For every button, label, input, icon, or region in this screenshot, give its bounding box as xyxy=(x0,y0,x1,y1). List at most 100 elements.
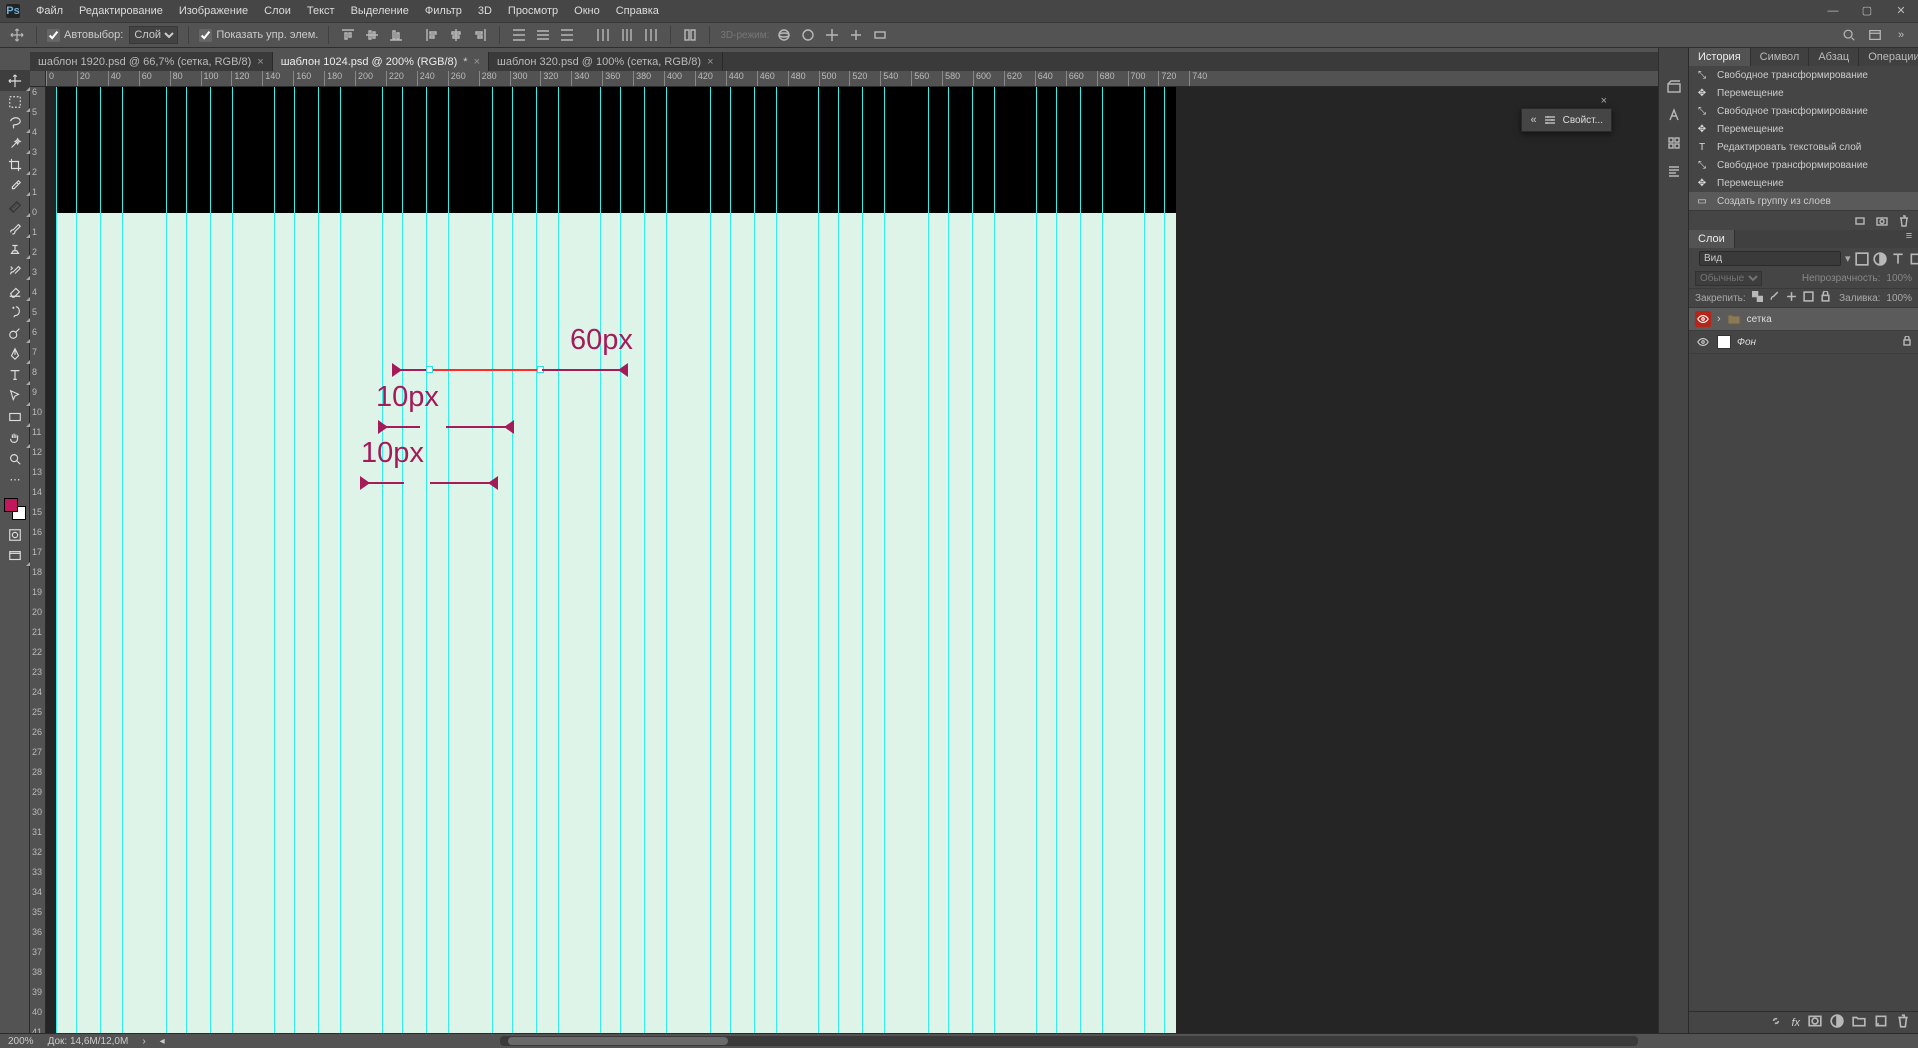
history-step[interactable]: ✥Перемещение xyxy=(1689,120,1918,138)
guide-vertical[interactable] xyxy=(340,87,341,1033)
eyedropper-tool[interactable] xyxy=(0,175,30,196)
rectangle-tool[interactable] xyxy=(0,406,30,427)
crop-tool[interactable] xyxy=(0,154,30,175)
canvas-area[interactable]: 60px 10px 10px xyxy=(46,87,1918,1033)
paragraph-panel-icon[interactable] xyxy=(1665,162,1683,180)
lasso-tool[interactable] xyxy=(0,112,30,133)
dodge-tool[interactable] xyxy=(0,322,30,343)
guide-vertical[interactable] xyxy=(232,87,233,1033)
search-icon[interactable] xyxy=(1840,26,1858,44)
layers-tab[interactable]: Слои xyxy=(1689,230,1735,248)
history-brush-tool[interactable] xyxy=(0,259,30,280)
window-close[interactable]: ✕ xyxy=(1884,0,1918,22)
actions-tab[interactable]: Операции xyxy=(1859,48,1918,66)
edit-toolbar[interactable]: ⋯ xyxy=(0,469,30,490)
guide-vertical[interactable] xyxy=(994,87,995,1033)
layer-item-grid[interactable]: › сетка xyxy=(1689,308,1918,331)
close-tab-icon[interactable]: × xyxy=(257,56,263,68)
distribute-left-icon[interactable] xyxy=(594,26,612,44)
menu-window[interactable]: Окно xyxy=(566,0,608,22)
menu-filter[interactable]: Фильтр xyxy=(417,0,470,22)
visibility-toggle-icon[interactable] xyxy=(1695,334,1711,350)
horizontal-scrollbar[interactable] xyxy=(500,1036,1638,1046)
zoom-value[interactable]: 200% xyxy=(8,1036,34,1047)
distribute-top-icon[interactable] xyxy=(510,26,528,44)
guide-vertical[interactable] xyxy=(448,87,449,1033)
guide-vertical[interactable] xyxy=(166,87,167,1033)
menu-file[interactable]: Файл xyxy=(28,0,71,22)
guide-vertical[interactable] xyxy=(972,87,973,1033)
quick-mask-tool[interactable] xyxy=(0,524,30,545)
scrollbar-thumb[interactable] xyxy=(508,1037,728,1045)
slide-3d-icon[interactable] xyxy=(847,26,865,44)
snapshot-icon[interactable] xyxy=(1876,215,1888,227)
create-document-from-state-icon[interactable] xyxy=(1854,215,1866,227)
layer-mask-icon[interactable] xyxy=(1808,1014,1822,1031)
history-step[interactable]: ⤡Свободное трансформирование xyxy=(1689,156,1918,174)
guide-vertical[interactable] xyxy=(884,87,885,1033)
show-transform-checkbox[interactable]: Показать упр. элем. xyxy=(199,29,318,42)
pen-tool[interactable] xyxy=(0,343,30,364)
magic-wand-tool[interactable] xyxy=(0,133,30,154)
type-tool[interactable] xyxy=(0,364,30,385)
window-maximize[interactable]: ▢ xyxy=(1850,0,1884,22)
chevron-right-icon[interactable]: › xyxy=(1717,313,1721,325)
marquee-tool[interactable] xyxy=(0,91,30,112)
guide-vertical[interactable] xyxy=(862,87,863,1033)
guide-vertical[interactable] xyxy=(1056,87,1057,1033)
history-step[interactable]: ⤡Свободное трансформирование xyxy=(1689,66,1918,84)
ruler-tool[interactable] xyxy=(0,196,30,217)
menu-help[interactable]: Справка xyxy=(608,0,667,22)
guide-vertical[interactable] xyxy=(928,87,929,1033)
guide-vertical[interactable] xyxy=(948,87,949,1033)
new-group-icon[interactable] xyxy=(1852,1014,1866,1031)
clone-stamp-tool[interactable] xyxy=(0,238,30,259)
filter-shape-icon[interactable] xyxy=(1909,252,1918,266)
guide-vertical[interactable] xyxy=(294,87,295,1033)
history-tab[interactable]: История xyxy=(1689,48,1751,66)
lock-transparent-icon[interactable] xyxy=(1752,291,1763,305)
menu-edit[interactable]: Редактирование xyxy=(71,0,171,22)
guide-vertical[interactable] xyxy=(122,87,123,1033)
guide-vertical[interactable] xyxy=(536,87,537,1033)
filter-type-icon[interactable] xyxy=(1891,252,1905,266)
layer-filter-input[interactable] xyxy=(1699,251,1841,266)
new-layer-icon[interactable] xyxy=(1874,1014,1888,1031)
guide-vertical[interactable] xyxy=(492,87,493,1033)
align-vcenter-icon[interactable] xyxy=(363,26,381,44)
color-panel-icon[interactable] xyxy=(1665,78,1683,96)
move-tool[interactable] xyxy=(0,70,30,91)
ruler-origin[interactable] xyxy=(30,71,46,87)
path-selection-tool[interactable] xyxy=(0,385,30,406)
guide-vertical[interactable] xyxy=(644,87,645,1033)
guide-vertical[interactable] xyxy=(1144,87,1145,1033)
guide-vertical[interactable] xyxy=(666,87,667,1033)
lock-artboard-icon[interactable] xyxy=(1803,291,1814,305)
guide-vertical[interactable] xyxy=(558,87,559,1033)
auto-select-checkbox[interactable]: Автовыбор: xyxy=(47,29,123,42)
guide-vertical[interactable] xyxy=(76,87,77,1033)
roll-3d-icon[interactable] xyxy=(799,26,817,44)
layer-thumbnail[interactable] xyxy=(1717,335,1731,349)
gradient-tool[interactable] xyxy=(0,301,30,322)
screen-mode-tool[interactable] xyxy=(0,545,30,566)
status-chevron-icon[interactable]: › xyxy=(142,1036,145,1047)
doc-tab-2[interactable]: шаблон 320.psd @ 100% (сетка, RGB/8) × xyxy=(489,52,723,71)
panel-menu-icon[interactable]: ≡ xyxy=(1900,230,1918,248)
guide-vertical[interactable] xyxy=(56,87,57,1033)
doc-tab-0[interactable]: шаблон 1920.psd @ 66,7% (сетка, RGB/8) × xyxy=(30,52,273,71)
properties-floating-panel[interactable]: « × Свойст... xyxy=(1521,108,1612,132)
pan-3d-icon[interactable] xyxy=(823,26,841,44)
history-step[interactable]: ▭Создать группу из слоев xyxy=(1689,192,1918,210)
character-tab[interactable]: Символ xyxy=(1751,48,1810,66)
guide-vertical[interactable] xyxy=(382,87,383,1033)
guide-vertical[interactable] xyxy=(100,87,101,1033)
doc-tab-1[interactable]: шаблон 1024.psd @ 200% (RGB/8) * × xyxy=(273,52,489,71)
guide-vertical[interactable] xyxy=(274,87,275,1033)
link-layers-icon[interactable] xyxy=(1769,1014,1783,1031)
visibility-toggle-icon[interactable] xyxy=(1695,311,1711,327)
close-tab-icon[interactable]: × xyxy=(707,56,713,68)
vertical-ruler[interactable]: 6543210123456789101112131415161718192021… xyxy=(30,87,46,1033)
align-top-icon[interactable] xyxy=(339,26,357,44)
distribute-hcenter-icon[interactable] xyxy=(618,26,636,44)
